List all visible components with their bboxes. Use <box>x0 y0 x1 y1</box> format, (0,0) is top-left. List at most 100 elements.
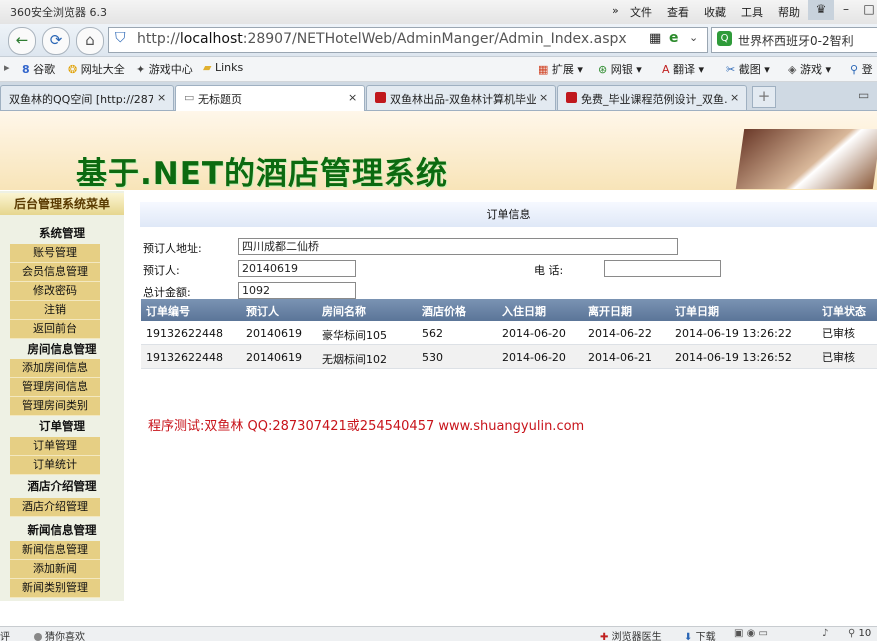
sidebar-item-news[interactable]: 新闻信息管理 <box>10 541 100 560</box>
table-row[interactable]: 19132622448 20140619 豪华标间105 562 2014-06… <box>141 321 877 345</box>
search-icon: ⚲ <box>850 63 859 76</box>
globe-icon: ❂ <box>68 63 78 76</box>
search-engine-icon[interactable]: Q <box>717 31 732 46</box>
status-download[interactable]: ⬇ 下载 <box>684 628 716 643</box>
refresh-icon[interactable]: ⟳ <box>42 27 70 55</box>
menu-tools[interactable]: 工具 <box>741 4 763 20</box>
toolbar-screenshot[interactable]: ✂ 截图 ▾ <box>726 61 770 77</box>
cell-price: 530 <box>422 351 443 364</box>
shield-icon: ⛉ <box>115 30 126 46</box>
maximize-button[interactable]: □ <box>856 0 877 20</box>
total-label: 总计金额: <box>143 286 191 299</box>
col-order-id[interactable]: 订单编号 <box>146 303 190 319</box>
cell-checkout: 2014-06-22 <box>588 327 652 340</box>
toolbar-login[interactable]: ⚲ 登 <box>850 61 873 77</box>
col-booker[interactable]: 预订人 <box>246 303 279 319</box>
bookmarks-arrow-icon[interactable]: ▸ <box>4 61 10 74</box>
sidebar-item-orders[interactable]: 订单管理 <box>10 437 100 456</box>
sidebar-item-accounts[interactable]: 账号管理 <box>10 244 100 263</box>
scissors-icon: ✂ <box>726 63 736 76</box>
volume-icon[interactable]: ♪ <box>822 628 828 639</box>
col-order-date[interactable]: 订单日期 <box>675 303 719 319</box>
new-tab-button[interactable]: + <box>752 86 776 108</box>
close-icon[interactable]: × <box>730 91 739 104</box>
back-arrow-icon[interactable]: ← <box>8 27 36 55</box>
tab-untitled[interactable]: ▭ 无标题页 × <box>175 85 365 111</box>
tab-qq-space[interactable]: 双鱼林的QQ空间 [http://287… × <box>0 85 174 110</box>
ie-engine-icon[interactable]: e <box>669 30 679 46</box>
booker-field[interactable]: 20140619 <box>238 260 356 277</box>
toolbar-games[interactable]: ◈ 游戏 ▾ <box>788 61 831 77</box>
grid-icon: ▦ <box>538 63 549 76</box>
page-icon: ▭ <box>184 91 195 104</box>
close-icon[interactable]: × <box>157 91 166 104</box>
search-box[interactable]: Q 世界杯西班牙0-2智利 <box>711 27 877 53</box>
status-recommend[interactable]: 猜你喜欢 <box>34 628 85 643</box>
sidebar-item-password[interactable]: 修改密码 <box>10 282 100 301</box>
status-browser-doctor[interactable]: ✚ 浏览器医生 <box>600 628 662 643</box>
download-icon: ⬇ <box>684 632 693 643</box>
site-favicon-icon <box>566 92 577 103</box>
sidebar-item-frontpage[interactable]: 返回前台 <box>10 320 100 339</box>
bank-icon: ⊛ <box>598 63 608 76</box>
sidebar-item-hotel-intro[interactable]: 酒店介绍管理 <box>10 498 100 517</box>
qr-code-icon[interactable]: ▦ <box>649 31 661 46</box>
bookmark-google[interactable]: 8 谷歌 <box>22 61 55 77</box>
sidebar-item-add-room[interactable]: 添加房间信息 <box>10 359 100 378</box>
phone-label: 电 话: <box>534 264 564 277</box>
cell-order-id: 19132622448 <box>146 327 223 340</box>
col-price[interactable]: 酒店价格 <box>422 303 466 319</box>
col-status[interactable]: 订单状态 <box>822 303 866 319</box>
bookmark-links[interactable]: ▰ Links <box>203 61 243 74</box>
address-bar[interactable]: ⛉ http://localhost:28907/NETHotelWeb/Adm… <box>108 27 708 53</box>
bookmark-hao123[interactable]: ❂ 网址大全 <box>68 61 125 77</box>
search-input[interactable]: 世界杯西班牙0-2智利 <box>738 32 854 49</box>
skin-icon[interactable]: ♛ <box>808 0 834 20</box>
zoom-level[interactable]: ⚲ 10 <box>848 628 871 639</box>
sidebar-item-manage-rooms[interactable]: 管理房间信息 <box>10 378 100 397</box>
cell-order-id: 19132622448 <box>146 351 223 364</box>
toolbar-extensions[interactable]: ▦ 扩展 ▾ <box>538 61 583 77</box>
cell-checkin: 2014-06-20 <box>502 327 566 340</box>
sidebar-item-room-types[interactable]: 管理房间类别 <box>10 397 100 416</box>
sidebar-item-news-types[interactable]: 新闻类别管理 <box>10 579 100 598</box>
sidebar-section-system: 系统管理 <box>39 226 85 240</box>
total-field[interactable]: 1092 <box>238 282 356 299</box>
table-row[interactable]: 19132622448 20140619 无烟标间102 530 2014-06… <box>141 345 877 369</box>
address-field[interactable]: 四川成都二仙桥 <box>238 238 678 255</box>
status-review[interactable]: 评 <box>0 628 10 643</box>
menu-favorites[interactable]: 收藏 <box>704 4 726 20</box>
bookmark-games[interactable]: ✦ 游戏中心 <box>136 61 193 77</box>
menu-file[interactable]: 文件 <box>630 4 652 20</box>
close-icon[interactable]: × <box>539 91 548 104</box>
site-favicon-icon <box>375 92 386 103</box>
col-checkout[interactable]: 离开日期 <box>588 303 632 319</box>
tab-label: 双鱼林的QQ空间 [http://287… <box>9 93 153 106</box>
status-tools-icon[interactable]: ▣ ◉ ▭ <box>734 628 768 639</box>
sidebar-item-add-news[interactable]: 添加新闻 <box>10 560 100 579</box>
toolbar-bank[interactable]: ⊛ 网银 ▾ <box>598 61 642 77</box>
sidebar-item-members[interactable]: 会员信息管理 <box>10 263 100 282</box>
tab-list-icon[interactable]: ▭ <box>858 88 869 102</box>
sidebar-item-logout[interactable]: 注销 <box>10 301 100 320</box>
col-checkin[interactable]: 入住日期 <box>502 303 546 319</box>
tab-shuangyulin[interactable]: 双鱼林出品-双鱼林计算机毕业… × <box>366 85 556 110</box>
cell-checkin: 2014-06-20 <box>502 351 566 364</box>
close-icon[interactable]: × <box>348 91 357 104</box>
home-icon[interactable]: ⌂ <box>76 27 104 55</box>
sidebar-item-order-stats[interactable]: 订单统计 <box>10 456 100 475</box>
menu-help[interactable]: 帮助 <box>778 4 800 20</box>
cell-booker: 20140619 <box>246 351 302 364</box>
phone-field[interactable] <box>604 260 721 277</box>
window-titlebar: 360安全浏览器 6.3 » 文件 查看 收藏 工具 帮助 ♛ – □ <box>0 0 877 24</box>
sidebar-section-news: 新闻信息管理 <box>27 523 97 537</box>
toolbar-translate[interactable]: A 翻译 ▾ <box>662 61 704 77</box>
tab-free-course[interactable]: 免费_毕业课程范例设计_双鱼… × <box>557 85 747 110</box>
col-room-name[interactable]: 房间名称 <box>322 303 366 319</box>
menu-view[interactable]: 查看 <box>667 4 689 20</box>
cell-room-name: 豪华标间105 <box>322 329 387 342</box>
zoom-icon: ⚲ <box>848 628 856 639</box>
cell-price: 562 <box>422 327 443 340</box>
menu-more[interactable]: » <box>612 4 619 17</box>
chevron-down-icon[interactable]: ⌄ <box>689 31 698 44</box>
